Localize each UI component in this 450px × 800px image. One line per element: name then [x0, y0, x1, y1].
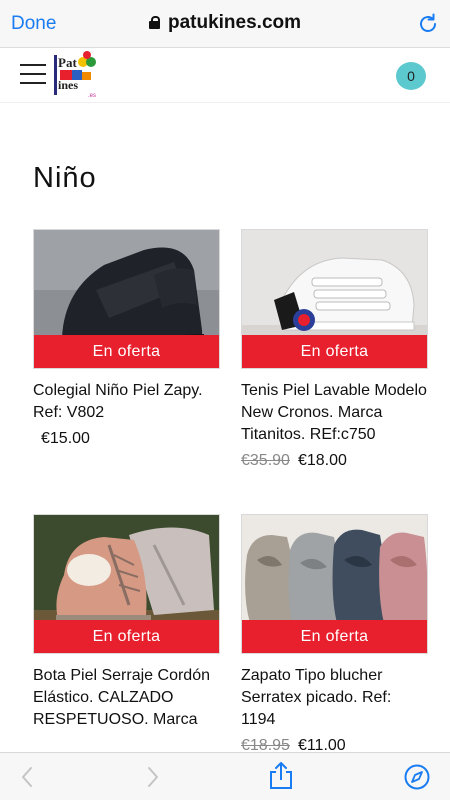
chevron-left-icon[interactable] — [16, 765, 40, 789]
browser-top-bar: Done patukines.com — [0, 0, 450, 48]
price: €15.00 — [41, 430, 90, 447]
product-image[interactable]: En oferta — [33, 229, 220, 369]
svg-text:ines: ines — [58, 78, 78, 92]
sale-badge: En oferta — [34, 335, 219, 368]
product-title[interactable]: Bota Piel Serraje Cordón Elástico. CALZA… — [33, 665, 220, 731]
sale-badge: En oferta — [242, 335, 427, 368]
product-card[interactable]: En oferta Colegial Niño Piel Zapy. Ref: … — [33, 229, 220, 448]
site-logo[interactable]: Pat ines .es — [54, 51, 98, 101]
sale-badge: En oferta — [34, 620, 219, 653]
product-card[interactable]: En oferta Bota Piel Serraje Cordón Elást… — [33, 514, 220, 755]
address-bar[interactable]: patukines.com — [0, 12, 450, 34]
svg-text:Pat: Pat — [58, 55, 77, 70]
cart-badge[interactable]: 0 — [396, 62, 426, 90]
product-card[interactable]: En oferta Zapato Tipo blucher Serratex p… — [241, 514, 428, 755]
share-icon[interactable] — [268, 762, 294, 790]
page-title: Niño — [33, 162, 97, 194]
price: €18.00 — [297, 452, 347, 469]
product-prices: €15.00 — [33, 430, 220, 448]
product-image[interactable]: En oferta — [33, 514, 220, 654]
hamburger-icon[interactable] — [20, 64, 46, 84]
product-title[interactable]: Zapato Tipo blucher Serratex picado. Ref… — [241, 665, 428, 731]
reload-icon[interactable] — [416, 12, 440, 36]
old-price: €35.90 — [241, 452, 290, 469]
svg-text:.es: .es — [88, 93, 96, 99]
product-prices: €35.90 €18.00 — [241, 452, 428, 470]
product-image[interactable]: En oferta — [241, 514, 428, 654]
url-text: patukines.com — [167, 12, 302, 33]
chevron-right-icon[interactable] — [140, 765, 164, 789]
product-image[interactable]: En oferta — [241, 229, 428, 369]
product-card[interactable]: En oferta Tenis Piel Lavable Modelo New … — [241, 229, 428, 470]
browser-toolbar — [0, 752, 450, 800]
site-header: Pat ines .es — [0, 48, 450, 103]
lock-icon — [148, 16, 160, 29]
product-title[interactable]: Colegial Niño Piel Zapy. Ref: V802 — [33, 380, 220, 424]
compass-icon[interactable] — [404, 764, 430, 790]
sale-badge: En oferta — [242, 620, 427, 653]
product-title[interactable]: Tenis Piel Lavable Modelo New Cronos. Ma… — [241, 380, 428, 446]
